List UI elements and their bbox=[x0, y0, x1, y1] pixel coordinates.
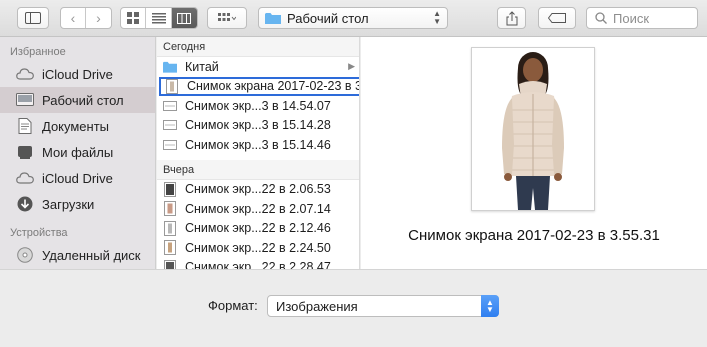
preview-pane: Снимок экрана 2017-02-23 в 3.55.31 bbox=[361, 37, 707, 269]
share-icon bbox=[506, 10, 517, 25]
download-icon bbox=[16, 196, 34, 212]
list-item[interactable]: Снимок экр...22 в 2.24.50 bbox=[157, 238, 359, 258]
list-item[interactable]: Снимок экр...3 в 15.14.28 bbox=[157, 116, 359, 136]
columns-icon bbox=[177, 12, 192, 24]
sidebar-item-downloads[interactable]: Загрузки bbox=[0, 191, 155, 217]
file-name: Китай bbox=[185, 59, 219, 74]
format-value: Изображения bbox=[276, 298, 358, 314]
preview-thumbnail bbox=[471, 47, 595, 211]
file-name: Снимок экр...22 в 2.06.53 bbox=[185, 182, 331, 197]
list-item[interactable]: Снимок экр...22 в 2.12.46 bbox=[157, 219, 359, 239]
screenshot-file-icon bbox=[163, 138, 177, 152]
screenshot-file-icon bbox=[163, 118, 177, 132]
path-label: Рабочий стол bbox=[287, 10, 369, 26]
column-view-button[interactable] bbox=[171, 8, 197, 28]
file-name: Снимок экр...22 в 2.28.47 bbox=[185, 260, 331, 269]
tag-icon bbox=[548, 13, 566, 23]
forward-button[interactable]: › bbox=[86, 8, 111, 28]
list-item[interactable]: Снимок экр...22 в 2.06.53 bbox=[157, 180, 359, 200]
list-item[interactable]: Снимок экр...3 в 15.14.46 bbox=[157, 135, 359, 155]
image-file-icon bbox=[163, 220, 177, 236]
share-button[interactable] bbox=[497, 7, 526, 29]
folder-icon bbox=[265, 12, 281, 24]
list-item[interactable]: Снимок экр...22 в 2.28.47 bbox=[157, 258, 359, 269]
file-name: Снимок экр...22 в 2.07.14 bbox=[185, 201, 331, 216]
file-name: Снимок экрана 2017-02-23 в 3.55.31 bbox=[187, 79, 359, 94]
sidebar-item-label: Документы bbox=[42, 118, 110, 134]
view-mode-control bbox=[120, 7, 198, 29]
arrange-grid-icon bbox=[218, 13, 236, 21]
sidebar-item-icloud-drive[interactable]: iCloud Drive bbox=[0, 61, 155, 87]
chevron-right-icon: › bbox=[96, 10, 101, 26]
jacket-photo-image bbox=[472, 48, 594, 210]
desktop-icon bbox=[16, 92, 34, 108]
sidebar-item-label: Рабочий стол bbox=[42, 92, 124, 108]
image-file-icon bbox=[165, 78, 179, 94]
sidebar-item-label: Мои файлы bbox=[42, 144, 114, 160]
updown-chevron-icon: ▲ ▼ bbox=[481, 295, 499, 317]
image-file-icon bbox=[163, 181, 177, 197]
back-button[interactable]: ‹ bbox=[61, 8, 87, 28]
updown-chevron-icon: ▲ ▼ bbox=[433, 9, 441, 26]
file-name: Снимок экр...22 в 2.12.46 bbox=[185, 221, 331, 236]
list-item[interactable]: Снимок экр...22 в 2.07.14 bbox=[157, 199, 359, 219]
path-popup[interactable]: Рабочий стол ▲ ▼ bbox=[258, 7, 448, 29]
list-item-selected[interactable]: Снимок экрана 2017-02-23 в 3.55.31 bbox=[157, 76, 359, 96]
format-label: Формат: bbox=[208, 298, 258, 313]
folder-icon bbox=[163, 60, 177, 74]
sidebar-item-label: iCloud Drive bbox=[42, 170, 113, 186]
disc-icon bbox=[16, 247, 34, 263]
image-file-icon bbox=[163, 201, 177, 217]
tag-button[interactable] bbox=[538, 7, 576, 29]
search-field[interactable]: Поиск bbox=[586, 7, 698, 29]
sidebar-item-label: Удаленный диск bbox=[42, 247, 141, 263]
all-files-icon bbox=[16, 144, 34, 160]
file-name: Снимок экр...3 в 14.54.07 bbox=[185, 98, 331, 113]
sidebar-item-label: Загрузки bbox=[42, 196, 95, 212]
image-file-icon bbox=[163, 259, 177, 269]
chevron-left-icon: ‹ bbox=[70, 10, 76, 26]
file-column: Сегодня Китай ▶ Снимок экрана 2017-02-23… bbox=[157, 37, 360, 269]
selected-file-box: Снимок экрана 2017-02-23 в 3.55.31 bbox=[159, 76, 359, 96]
devices-header: Устройства bbox=[10, 227, 68, 239]
toolbar: ‹ › Рабочий стол ▲ ▼ Поиск bbox=[0, 0, 707, 37]
search-icon bbox=[595, 12, 607, 24]
sidebar-item-icloud-drive-2[interactable]: iCloud Drive bbox=[0, 165, 155, 191]
cloud-icon bbox=[16, 170, 34, 186]
search-placeholder: Поиск bbox=[613, 10, 650, 26]
cloud-icon bbox=[16, 66, 34, 82]
screenshot-file-icon bbox=[163, 99, 177, 113]
sidebar-item-label: iCloud Drive bbox=[42, 66, 113, 82]
file-name: Снимок экр...3 в 15.14.46 bbox=[185, 137, 331, 152]
sidebar-item-my-files[interactable]: Мои файлы bbox=[0, 139, 155, 165]
list-view-button[interactable] bbox=[146, 8, 172, 28]
image-file-icon bbox=[163, 240, 177, 256]
file-name: Снимок экр...22 в 2.24.50 bbox=[185, 240, 331, 255]
list-item-folder[interactable]: Китай ▶ bbox=[157, 57, 359, 77]
format-bar: Формат: Изображения ▲ ▼ bbox=[0, 269, 707, 347]
sidebar-icon bbox=[25, 12, 41, 24]
format-popup[interactable]: Изображения ▲ ▼ bbox=[267, 295, 499, 317]
back-forward-control: ‹ › bbox=[60, 7, 112, 29]
preview-caption: Снимок экрана 2017-02-23 в 3.55.31 bbox=[408, 227, 660, 244]
sidebar-item-remote-disc[interactable]: Удаленный диск bbox=[0, 242, 155, 268]
list-item[interactable]: Снимок экр...3 в 14.54.07 bbox=[157, 96, 359, 116]
group-header-today: Сегодня bbox=[157, 37, 359, 57]
icon-view-button[interactable] bbox=[121, 8, 147, 28]
disclosure-arrow-icon: ▶ bbox=[348, 61, 355, 72]
file-name: Снимок экр...3 в 15.14.28 bbox=[185, 118, 331, 133]
sidebar-toggle-button[interactable] bbox=[17, 7, 49, 29]
list-icon bbox=[151, 12, 166, 23]
group-header-yesterday: Вчера bbox=[157, 159, 359, 180]
favorites-header: Избранное bbox=[10, 46, 66, 58]
grid-icon bbox=[127, 12, 140, 24]
sidebar: Избранное iCloud Drive Рабочий стол Доку… bbox=[0, 37, 156, 269]
arrange-button[interactable] bbox=[207, 7, 247, 29]
sidebar-item-desktop[interactable]: Рабочий стол bbox=[0, 87, 155, 113]
sidebar-item-documents[interactable]: Документы bbox=[0, 113, 155, 139]
document-icon bbox=[16, 118, 34, 134]
